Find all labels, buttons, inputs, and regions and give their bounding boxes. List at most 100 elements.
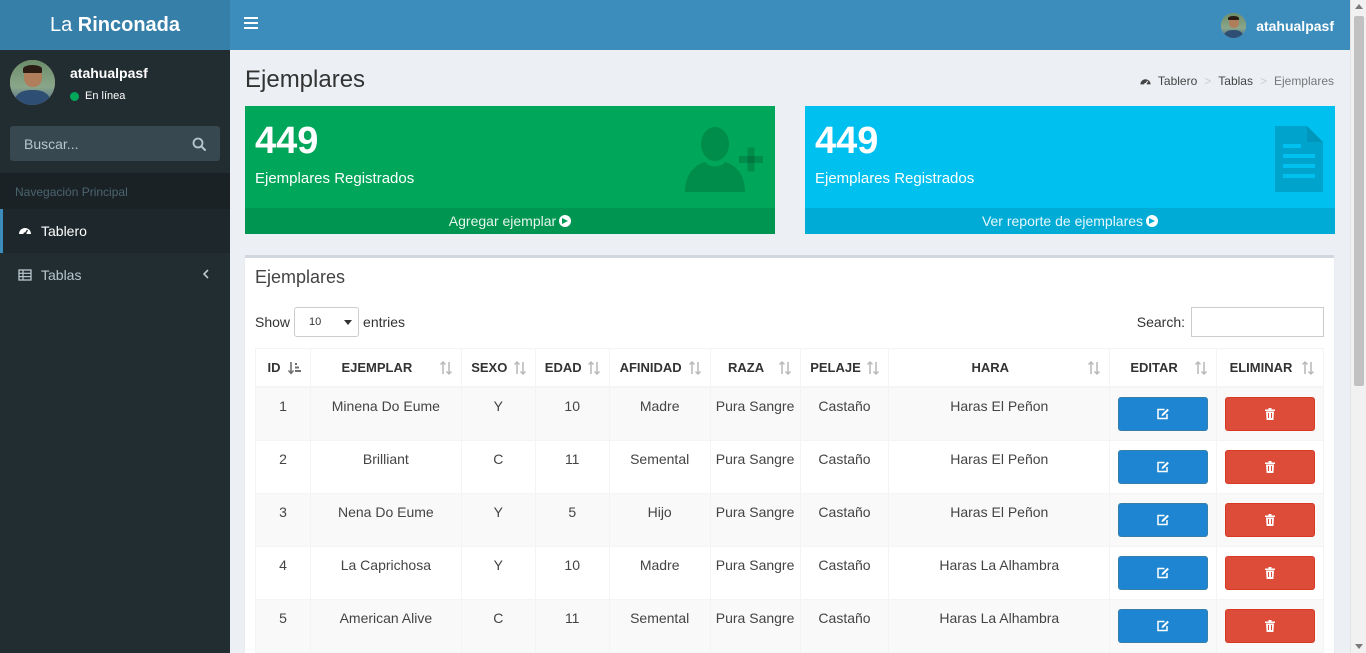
ejemplares-table: ID EJEMPLAR SEXO EDAD AFINIDAD RAZA PELA…	[255, 348, 1325, 653]
edit-button[interactable]	[1118, 555, 1208, 590]
cell-hara: Haras El Peñon	[888, 439, 1111, 494]
column-header-pelaje[interactable]: PELAJE	[799, 348, 890, 388]
delete-button[interactable]	[1224, 396, 1315, 431]
table-row: 2 Brilliant C 11 Semental Pura Sangre Castaño H…	[255, 439, 1325, 494]
sort-ascending-icon	[287, 362, 301, 375]
cell-sexo: Y	[460, 545, 536, 600]
cell-hara: Haras La Alhambra	[888, 545, 1111, 600]
sort-icon	[1194, 361, 1207, 375]
table-row: 3 Nena Do Eume Y 5 Hijo Pura Sangre Castaño Har…	[255, 492, 1325, 547]
cell-editar	[1109, 439, 1217, 494]
cell-ejemplar: Nena Do Eume	[309, 492, 462, 547]
edit-button[interactable]	[1118, 502, 1208, 537]
breadcrumb-tablero[interactable]: Tablero	[1139, 74, 1197, 88]
column-header-editar[interactable]: EDITAR	[1109, 348, 1217, 388]
column-header-id[interactable]: ID	[255, 348, 311, 388]
edit-icon	[1157, 567, 1169, 578]
delete-button[interactable]	[1224, 449, 1315, 484]
column-header-raza[interactable]: RAZA	[709, 348, 801, 388]
arrow-circle-right-icon	[1146, 215, 1159, 227]
sidebar-toggle-icon[interactable]	[244, 17, 258, 33]
page-title: Ejemplares	[245, 66, 366, 93]
brand-bold: Rinconada	[77, 14, 181, 36]
cell-pelaje: Castaño	[799, 439, 890, 494]
dashboard-icon	[1140, 79, 1151, 86]
search-icon[interactable]	[192, 137, 206, 151]
cell-sexo: Y	[460, 492, 536, 547]
trash-icon	[1264, 619, 1275, 632]
cell-id: 4	[255, 545, 311, 600]
edit-button[interactable]	[1118, 449, 1208, 484]
cell-raza: Pura Sangre	[709, 439, 801, 494]
column-header-eliminar[interactable]: ELIMINAR	[1215, 348, 1325, 388]
breadcrumb: Tablero > Tablas > Ejemplares	[1139, 74, 1334, 88]
sidebar-item-tablero[interactable]: Tablero	[0, 209, 230, 253]
cell-sexo: C	[460, 439, 536, 494]
edit-button[interactable]	[1118, 396, 1208, 431]
sort-icon	[513, 361, 526, 375]
avatar	[1221, 13, 1247, 38]
cell-edad: 5	[534, 492, 610, 547]
table-search-input[interactable]	[1191, 307, 1324, 337]
column-header-sexo[interactable]: SEXO	[460, 348, 536, 388]
column-header-hara[interactable]: HARA	[888, 348, 1111, 388]
cell-eliminar	[1215, 492, 1325, 547]
scroll-down-icon[interactable]	[1355, 644, 1363, 649]
breadcrumb-tablas[interactable]: Tablas	[1218, 74, 1253, 88]
cell-ejemplar: American Alive	[309, 598, 462, 653]
cell-id: 3	[255, 492, 311, 547]
cell-afinidad: Semental	[608, 598, 711, 653]
edit-button[interactable]	[1118, 608, 1208, 643]
ejemplares-table-box: Ejemplares Show 10 entries Search: ID EJ…	[245, 255, 1334, 653]
chevron-left-icon	[202, 269, 209, 279]
page-length-select[interactable]: 10	[294, 307, 360, 337]
cell-editar	[1109, 598, 1217, 653]
dashboard-icon	[19, 228, 31, 236]
delete-button[interactable]	[1224, 608, 1315, 643]
cell-edad: 11	[534, 598, 610, 653]
column-header-afinidad[interactable]: AFINIDAD	[608, 348, 711, 388]
page-scrollbar[interactable]	[1350, 0, 1366, 653]
arrow-circle-right-icon	[559, 215, 572, 227]
status-dot-icon	[70, 91, 79, 101]
sidebar-item-label: Tablero	[41, 223, 87, 239]
scroll-thumb[interactable]	[1354, 16, 1364, 386]
sidebar-item-tablas[interactable]: Tablas	[0, 253, 230, 297]
scroll-up-icon[interactable]	[1355, 4, 1363, 9]
cell-raza: Pura Sangre	[709, 386, 801, 441]
file-text-icon	[1275, 126, 1323, 192]
cell-ejemplar: La Caprichosa	[309, 545, 462, 600]
stat-box-ejemplares: 449 Ejemplares Registrados Agregar ejemp…	[245, 106, 775, 234]
ver-reporte-link[interactable]: Ver reporte de ejemplares	[805, 208, 1335, 234]
sidebar-search	[10, 126, 220, 161]
cell-edad: 11	[534, 439, 610, 494]
sort-icon	[439, 361, 452, 375]
table-icon	[18, 269, 32, 281]
user-menu[interactable]: atahualpasf	[1221, 13, 1334, 38]
status-label: En línea	[85, 90, 126, 102]
brand-logo[interactable]: La Rinconada	[0, 0, 230, 50]
cell-id: 5	[255, 598, 311, 653]
stat-number: 449	[815, 120, 879, 162]
page-length-control: Show 10 entries	[255, 307, 405, 337]
column-header-ejemplar[interactable]: EJEMPLAR	[309, 348, 462, 388]
cell-hara: Haras La Alhambra	[888, 598, 1111, 653]
trash-icon	[1264, 566, 1275, 579]
user-avatar	[10, 60, 55, 105]
agregar-ejemplar-link[interactable]: Agregar ejemplar	[245, 208, 775, 234]
cell-sexo: C	[460, 598, 536, 653]
box-title: Ejemplares	[255, 267, 346, 287]
sidebar-search-input[interactable]	[24, 135, 184, 152]
delete-button[interactable]	[1224, 502, 1315, 537]
cell-pelaje: Castaño	[799, 492, 890, 547]
cell-sexo: Y	[460, 386, 536, 441]
cell-editar	[1109, 386, 1217, 441]
cell-pelaje: Castaño	[799, 545, 890, 600]
table-filter: Search:	[1137, 307, 1324, 337]
column-header-edad[interactable]: EDAD	[534, 348, 610, 388]
sidebar: atahualpasf En línea Navegación Principa…	[0, 50, 230, 653]
cell-eliminar	[1215, 439, 1325, 494]
cell-raza: Pura Sangre	[709, 492, 801, 547]
delete-button[interactable]	[1224, 555, 1315, 590]
table-row: 1 Minena Do Eume Y 10 Madre Pura Sangre Castañ…	[255, 386, 1325, 441]
